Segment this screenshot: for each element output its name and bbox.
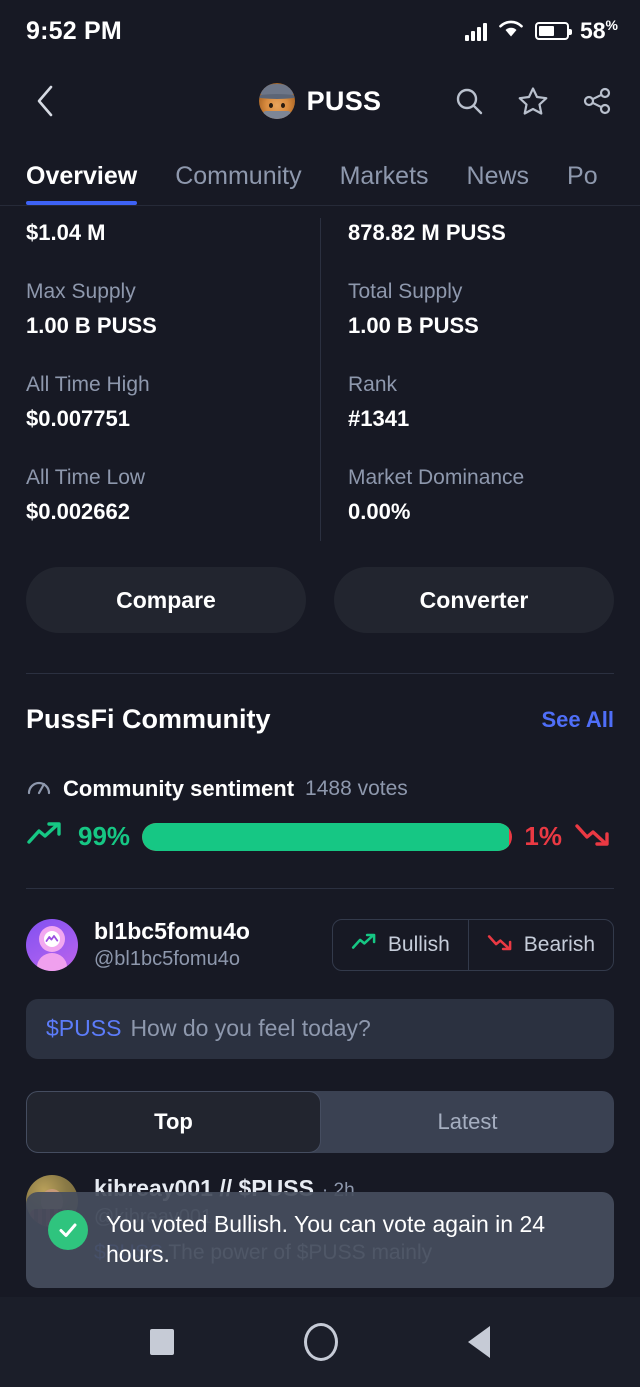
android-navigation-bar [0,1297,640,1387]
stat-value-all-time-high: $0.007751 [26,406,130,431]
compare-button[interactable]: Compare [26,567,306,633]
toast-message: You voted Bullish. You can vote again in… [106,1211,546,1267]
current-user-handle: @bl1bc5fomu4o [94,947,240,970]
back-button[interactable] [24,80,66,122]
tab-portfolio[interactable]: Po [567,162,598,205]
stat-value-rank: #1341 [348,406,410,431]
share-icon[interactable] [578,82,616,120]
stats-column-right: 878.82 M PUSS Total Supply 1.00 B PUSS R… [320,220,614,559]
square-recents-icon[interactable] [150,1329,174,1355]
feed-tab-top[interactable]: Top [26,1090,321,1153]
vote-bullish-button[interactable]: Bullish [333,920,468,970]
current-user-vote-row: bl1bc5fomu4o @bl1bc5fomu4o Bullish Beari… [0,889,640,973]
stat-label-max-supply: Max Supply [26,280,136,303]
current-user-meta: bl1bc5fomu4o @bl1bc5fomu4o [94,917,250,973]
battery-percent: 58% [579,17,618,44]
vote-button-group: Bullish Bearish [331,918,614,971]
trend-up-icon [351,932,379,958]
stat-label-all-time-high: All Time High [26,373,150,396]
vote-confirmation-toast: You voted Bullish. You can vote again in… [26,1192,614,1288]
page-title: PUSS [306,85,382,116]
stat-value-market-dominance: 0.00% [348,499,411,524]
stat-value-all-time-low: $0.002662 [26,499,130,524]
composer-placeholder: How do you feel today? [130,1015,371,1042]
vote-bearish-button[interactable]: Bearish [467,919,613,970]
stat-value-circulating-supply: 878.82 M PUSS [348,220,506,245]
stat-label-all-time-low: All Time Low [26,466,146,489]
search-icon[interactable] [450,82,488,120]
community-sentiment-votes: 1488 votes [305,776,408,800]
composer-ticker-tag: $PUSS [46,1015,122,1042]
header-actions [450,82,616,120]
community-section-header: PussFi Community See All [0,674,640,735]
feed-sort-segmented-control: Top Latest [26,1090,614,1153]
community-title: PussFi Community [26,704,271,734]
vote-bullish-label: Bullish [387,932,450,956]
stat-value-market-cap: $1.04 M [26,220,106,245]
triangle-back-icon[interactable] [468,1326,490,1358]
tab-news[interactable]: News [467,162,530,205]
sentiment-progress-bar [142,822,513,851]
stat-value-total-supply: 1.00 B PUSS [348,313,479,338]
puss-cat-avatar [258,83,295,119]
tab-community[interactable]: Community [175,162,301,205]
post-composer-input[interactable]: $PUSS How do you feel today? [26,998,614,1059]
converter-button[interactable]: Converter [334,567,614,633]
wifi-icon [498,19,524,44]
coinmarketcap-logo-icon [44,930,60,947]
stat-label-market-dominance: Market Dominance [348,466,525,489]
battery-icon [534,22,572,40]
check-circle-icon [48,1210,88,1250]
star-icon[interactable] [514,82,552,120]
vote-bearish-label: Bearish [523,932,595,956]
coin-action-buttons: Compare Converter [0,559,640,633]
status-bar: 9:52 PM 58% [0,0,640,62]
tab-overview[interactable]: Overview [26,162,138,205]
gauge-icon [26,775,52,802]
cellular-signal-icon [465,21,487,41]
trend-down-icon [487,932,515,958]
circle-home-icon[interactable] [304,1323,338,1361]
sentiment-bar-row: 99% 1% [0,802,640,853]
community-sentiment-header: Community sentiment 1488 votes [0,735,640,802]
stat-label-rank: Rank [348,373,398,396]
sentiment-bullish-percent: 99% [78,821,131,851]
stat-label-total-supply: Total Supply [348,280,463,303]
chevron-left-icon [37,85,53,117]
sentiment-bearish-percent: 1% [524,821,562,851]
community-sentiment-label: Community sentiment [63,775,295,801]
section-tabs: Overview Community Markets News Po [0,140,640,206]
status-bar-indicators: 58% [465,17,618,45]
trend-down-icon [574,820,614,853]
app-header: PUSS [0,62,640,140]
tab-markets[interactable]: Markets [340,162,429,205]
stat-value-max-supply: 1.00 B PUSS [26,313,157,338]
status-bar-time: 9:52 PM [26,16,122,45]
see-all-link[interactable]: See All [541,707,614,733]
trend-up-icon [26,820,66,853]
coin-stats-grid: $1.04 M Max Supply 1.00 B PUSS All Time … [0,206,640,559]
feed-tab-latest[interactable]: Latest [321,1091,614,1153]
current-user-name: bl1bc5fomu4o [94,918,250,944]
user-avatar-icon[interactable] [26,918,78,971]
sentiment-bullish-fill [142,822,509,851]
stats-column-left: $1.04 M Max Supply 1.00 B PUSS All Time … [26,220,320,559]
